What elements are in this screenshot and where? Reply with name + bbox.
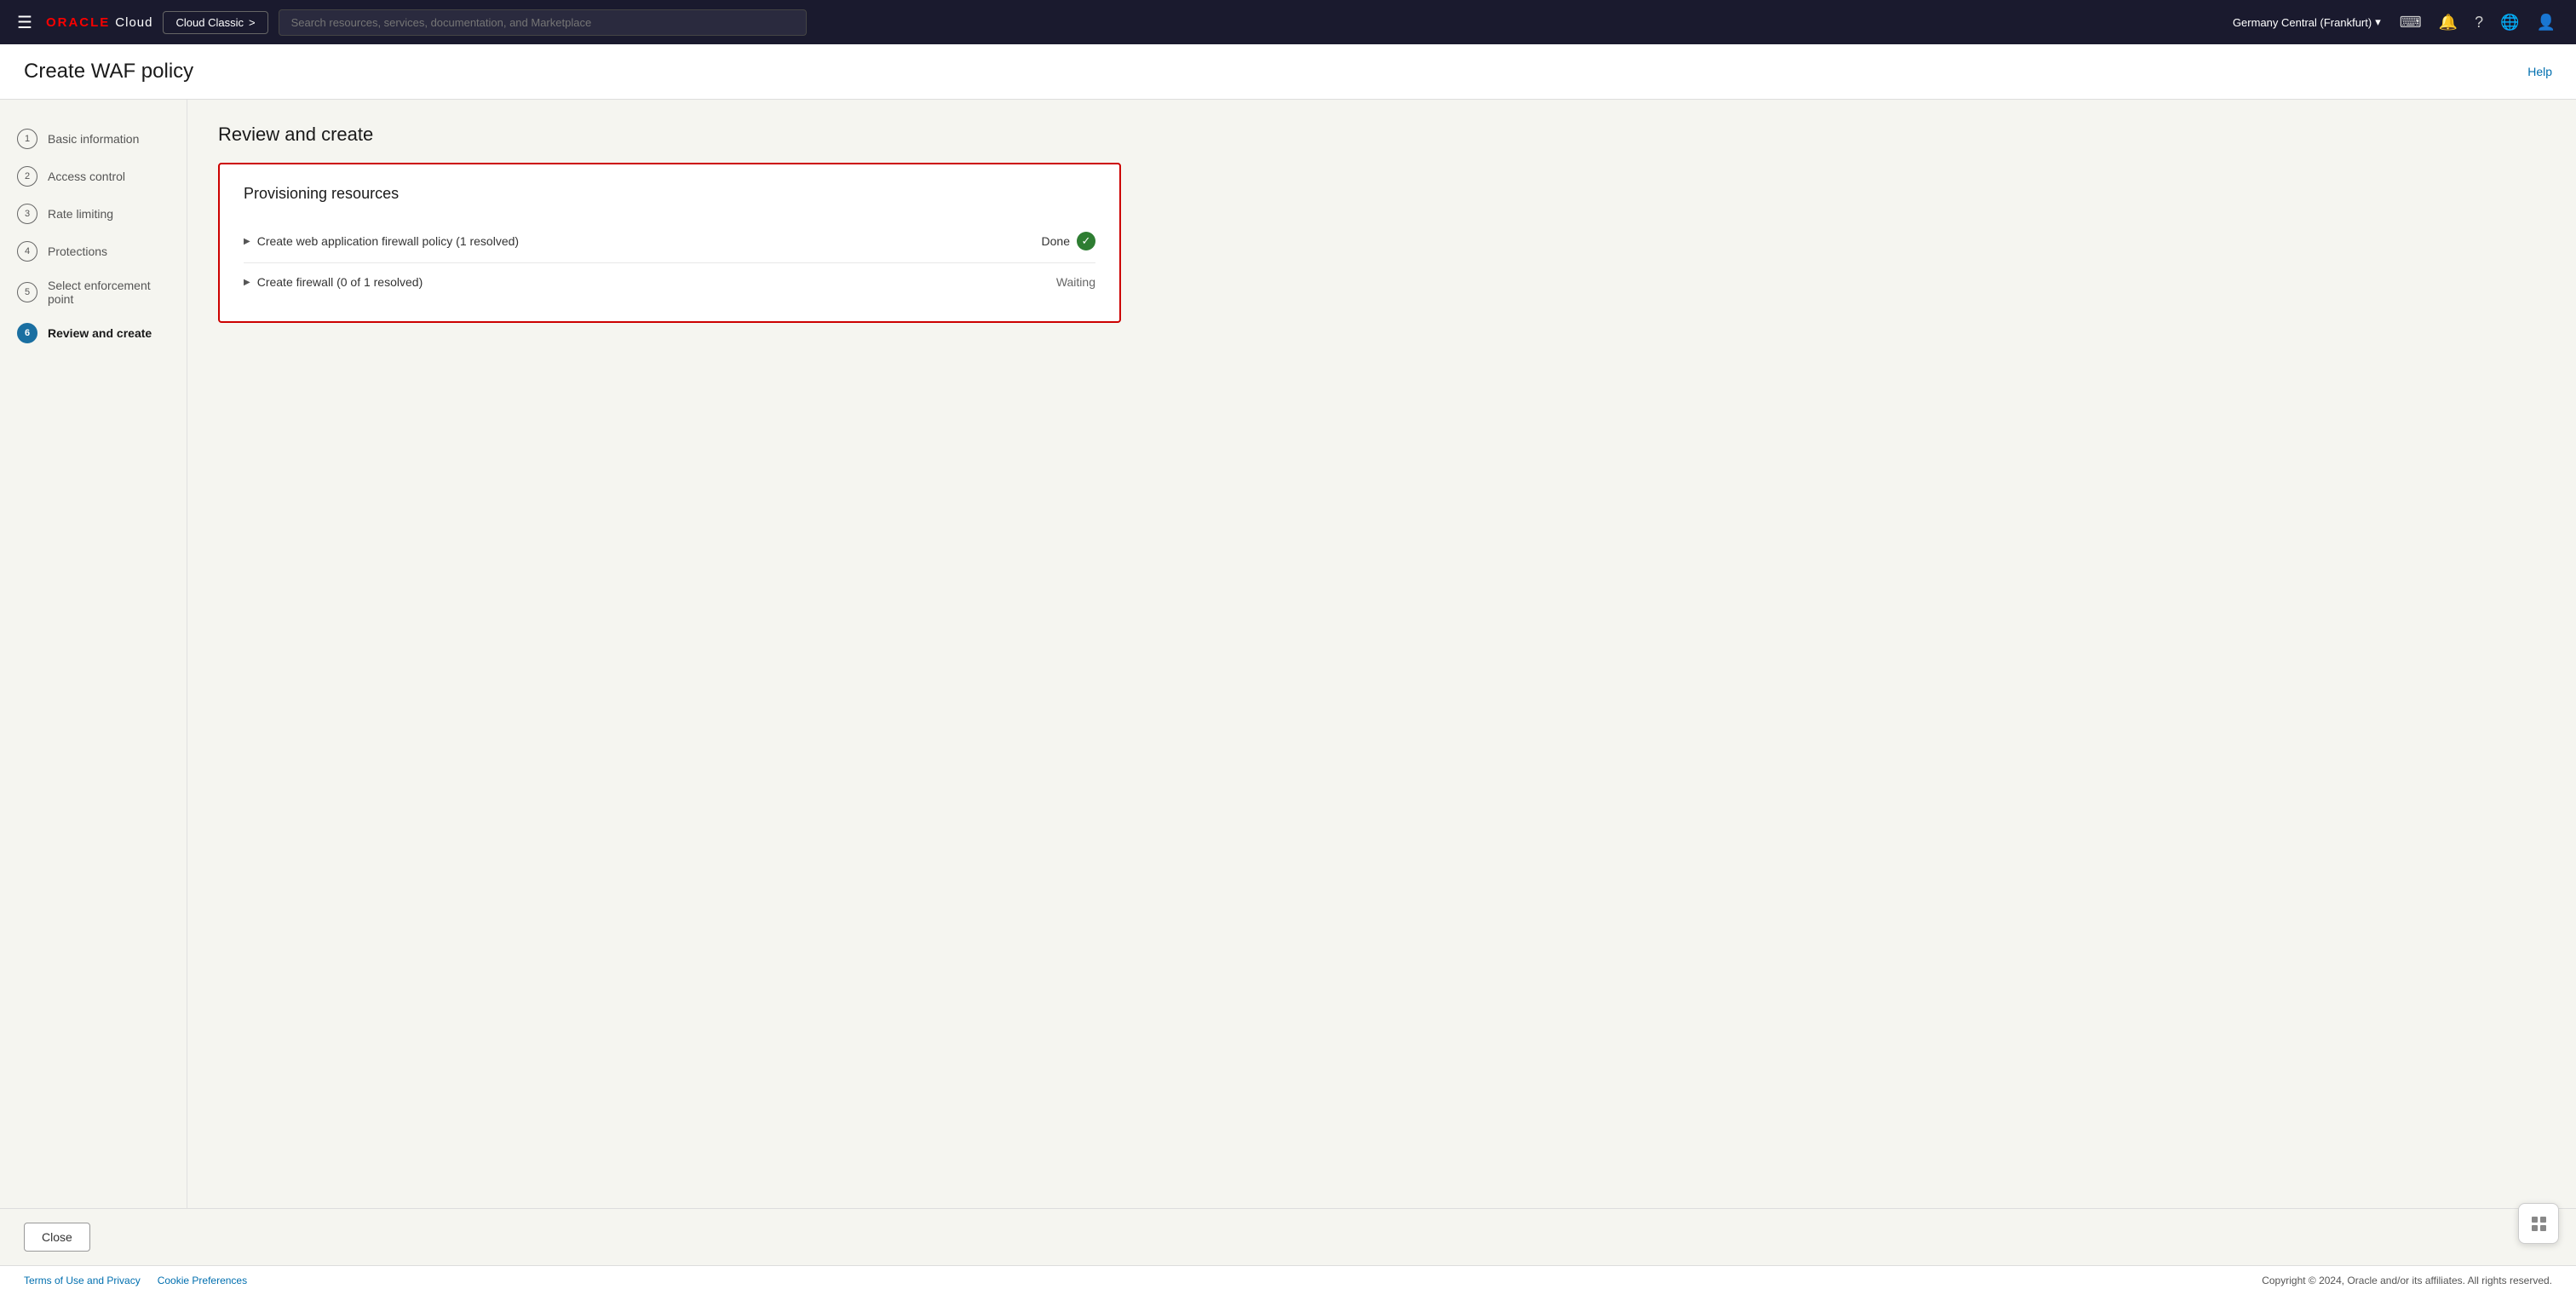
resource-waf-policy-status: Done ✓ <box>1042 232 1095 250</box>
sidebar-item-access-control[interactable]: 2 Access control <box>0 158 187 195</box>
step-1-circle: 1 <box>17 129 37 149</box>
nav-right-actions: Germany Central (Frankfurt) ▾ ⌨ 🔔 ? 🌐 👤 <box>2224 9 2562 37</box>
resource-row-firewall[interactable]: ▶ Create firewall (0 of 1 resolved) Wait… <box>244 263 1095 301</box>
help-widget-button[interactable] <box>2518 1203 2559 1244</box>
bottom-links: Terms of Use and Privacy Cookie Preferen… <box>24 1275 247 1286</box>
done-check-icon: ✓ <box>1077 232 1095 250</box>
page-header: Create WAF policy Help <box>0 44 2576 100</box>
resource-waf-policy-label: Create web application firewall policy (… <box>257 234 519 248</box>
top-navigation: ☰ ORACLE Cloud Cloud Classic > Germany C… <box>0 0 2576 44</box>
step-3-circle: 3 <box>17 204 37 224</box>
search-input[interactable] <box>279 9 807 36</box>
cloud-classic-button[interactable]: Cloud Classic > <box>163 11 267 34</box>
close-button[interactable]: Close <box>24 1223 90 1252</box>
resource-firewall-label: Create firewall (0 of 1 resolved) <box>257 275 423 289</box>
cookie-preferences-link[interactable]: Cookie Preferences <box>158 1275 247 1286</box>
sidebar-item-select-enforcement-point[interactable]: 5 Select enforcement point <box>0 270 187 314</box>
resource-firewall-status: Waiting <box>1056 275 1095 289</box>
step-2-circle: 2 <box>17 166 37 187</box>
sidebar-item-select-enforcement-point-label: Select enforcement point <box>48 279 170 306</box>
step-5-circle: 5 <box>17 282 37 302</box>
copyright-text: Copyright © 2024, Oracle and/or its affi… <box>2262 1275 2552 1286</box>
sidebar-item-protections[interactable]: 4 Protections <box>0 233 187 270</box>
language-icon[interactable]: 🌐 <box>2493 9 2526 37</box>
sidebar: 1 Basic information 2 Access control 3 R… <box>0 100 187 1208</box>
sidebar-item-basic-information-label: Basic information <box>48 132 139 146</box>
page-title: Create WAF policy <box>24 60 193 83</box>
user-profile-icon[interactable]: 👤 <box>2530 9 2562 37</box>
waf-policy-status-text: Done <box>1042 234 1070 248</box>
expand-waf-policy-icon: ▶ <box>244 237 250 246</box>
sidebar-item-review-and-create[interactable]: 6 Review and create <box>0 314 187 352</box>
region-selector[interactable]: Germany Central (Frankfurt) ▾ <box>2224 12 2389 32</box>
sidebar-item-access-control-label: Access control <box>48 170 125 183</box>
bottom-bar: Terms of Use and Privacy Cookie Preferen… <box>0 1265 2576 1295</box>
content-area: Review and create Provisioning resources… <box>187 100 2576 1208</box>
code-editor-icon[interactable]: ⌨ <box>2393 9 2429 37</box>
firewall-status-text: Waiting <box>1056 275 1095 289</box>
hamburger-menu-icon[interactable]: ☰ <box>14 9 36 37</box>
oracle-wordmark: ORACLE <box>46 15 110 30</box>
expand-firewall-icon: ▶ <box>244 278 250 287</box>
help-icon[interactable]: ? <box>2468 9 2490 37</box>
resource-waf-policy-left: ▶ Create web application firewall policy… <box>244 234 519 248</box>
footer-actions: Close <box>0 1208 2576 1265</box>
region-label: Germany Central (Frankfurt) <box>2233 16 2372 29</box>
sidebar-item-review-and-create-label: Review and create <box>48 326 152 340</box>
region-chevron-icon: ▾ <box>2375 15 2381 29</box>
step-6-circle: 6 <box>17 323 37 343</box>
provisioning-title: Provisioning resources <box>244 185 1095 203</box>
sidebar-item-rate-limiting[interactable]: 3 Rate limiting <box>0 195 187 233</box>
step-4-circle: 4 <box>17 241 37 262</box>
cloud-classic-label: Cloud Classic <box>175 16 243 29</box>
help-widget-icon <box>2532 1217 2546 1231</box>
terms-of-use-link[interactable]: Terms of Use and Privacy <box>24 1275 141 1286</box>
sidebar-item-rate-limiting-label: Rate limiting <box>48 207 113 221</box>
sidebar-item-basic-information[interactable]: 1 Basic information <box>0 120 187 158</box>
oracle-logo: ORACLE Cloud <box>46 15 153 30</box>
resource-row-waf-policy[interactable]: ▶ Create web application firewall policy… <box>244 220 1095 263</box>
help-link[interactable]: Help <box>2527 65 2552 78</box>
cloud-wordmark: Cloud <box>115 15 152 30</box>
section-title: Review and create <box>218 124 2545 146</box>
provisioning-box: Provisioning resources ▶ Create web appl… <box>218 163 1121 323</box>
resource-firewall-left: ▶ Create firewall (0 of 1 resolved) <box>244 275 423 289</box>
notifications-icon[interactable]: 🔔 <box>2432 9 2464 37</box>
sidebar-item-protections-label: Protections <box>48 245 107 258</box>
cloud-classic-chevron: > <box>249 16 256 29</box>
main-layout: 1 Basic information 2 Access control 3 R… <box>0 100 2576 1208</box>
